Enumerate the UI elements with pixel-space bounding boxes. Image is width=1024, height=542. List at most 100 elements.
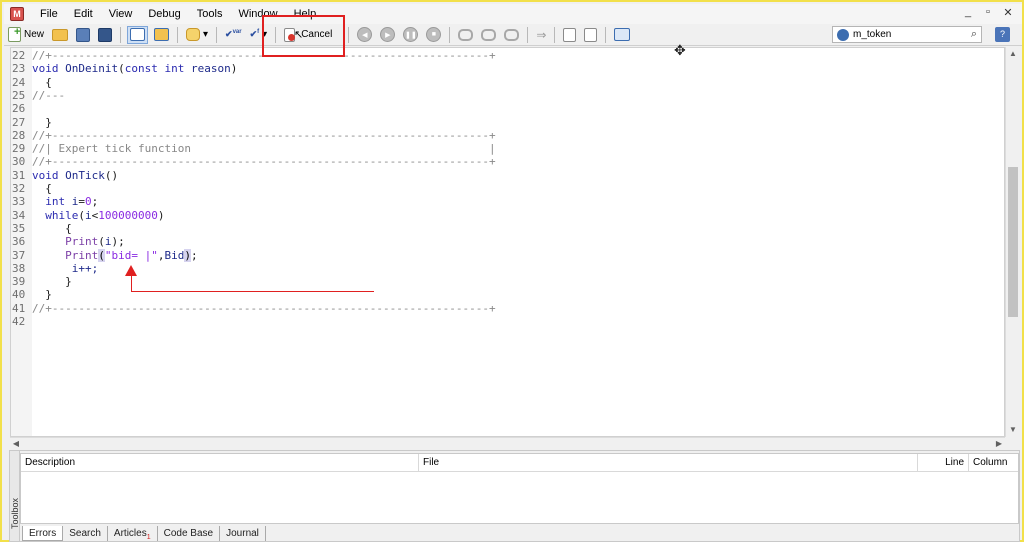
preview-document-button[interactable] bbox=[582, 26, 599, 44]
line-number: 39 bbox=[12, 275, 26, 289]
navigator-icon bbox=[130, 28, 146, 41]
code-line[interactable]: 39 } bbox=[11, 275, 72, 288]
toolbox-toggle-button[interactable] bbox=[152, 26, 171, 44]
code-token: ( bbox=[118, 62, 125, 76]
new-button[interactable]: + New bbox=[6, 26, 46, 44]
save-all-button[interactable] bbox=[96, 26, 114, 44]
code-line[interactable]: 41 //+-----------------------------------… bbox=[11, 302, 496, 315]
toolbar-separator bbox=[449, 26, 451, 43]
tab-search[interactable]: Search bbox=[63, 526, 108, 541]
column-column[interactable]: Column bbox=[969, 454, 1018, 472]
line-number: 28 bbox=[12, 128, 26, 142]
code-line[interactable]: 28 //+-----------------------------------… bbox=[11, 129, 496, 142]
code-token: } bbox=[32, 115, 52, 129]
scroll-right-icon[interactable]: ▶ bbox=[993, 438, 1005, 450]
horizontal-scrollbar[interactable]: ◀ ▶ bbox=[10, 437, 1005, 449]
menu-bar: M File Edit View Debug Tools Window Help… bbox=[4, 4, 1022, 24]
code-token: ( bbox=[98, 248, 105, 262]
line-number: 23 bbox=[12, 62, 26, 76]
code-line[interactable]: 24 { bbox=[11, 76, 52, 89]
stop-debug-button[interactable]: ■ bbox=[424, 26, 443, 44]
menu-view[interactable]: View bbox=[101, 4, 141, 24]
styler-button[interactable]: ▾ bbox=[184, 26, 210, 44]
scroll-up-icon[interactable]: ▲ bbox=[1006, 47, 1020, 61]
toolbox-panel: Toolbox Description File Line Column Err… bbox=[9, 450, 1020, 542]
tab-articles-badge: 1 bbox=[146, 534, 151, 541]
insert-variable-button[interactable]: ✔var bbox=[223, 26, 244, 44]
search-box[interactable]: ⌕ bbox=[832, 26, 982, 43]
save-all-icon bbox=[98, 27, 113, 42]
terminal-button[interactable] bbox=[612, 26, 632, 44]
save-button[interactable] bbox=[74, 26, 92, 44]
close-button[interactable]: ✕ bbox=[1002, 6, 1014, 19]
code-line[interactable]: 38 i++; bbox=[11, 262, 98, 275]
scroll-thumb[interactable] bbox=[1008, 167, 1018, 317]
menu-tools[interactable]: Tools bbox=[189, 4, 231, 24]
copy-document-button[interactable] bbox=[561, 26, 578, 44]
code-line[interactable]: 22//+-----------------------------------… bbox=[11, 49, 496, 62]
code-token: { bbox=[32, 75, 52, 89]
errors-table: Description File Line Column bbox=[20, 453, 1019, 524]
code-line[interactable]: 33 int i=0; bbox=[11, 195, 98, 208]
help-icon[interactable]: ? bbox=[995, 27, 1010, 42]
code-line[interactable]: 42 bbox=[11, 315, 32, 328]
scroll-down-icon[interactable]: ▼ bbox=[1006, 423, 1020, 437]
toolbox-tabs: Errors Search Articles1 Code Base Journa… bbox=[22, 525, 266, 541]
menu-file[interactable]: File bbox=[32, 4, 66, 24]
new-label: New bbox=[24, 29, 45, 40]
code-token: void bbox=[32, 168, 66, 182]
menu-edit[interactable]: Edit bbox=[66, 4, 101, 24]
code-line[interactable]: 30 //+-----------------------------------… bbox=[11, 155, 496, 168]
search-input[interactable] bbox=[853, 29, 963, 40]
navigator-toggle-button[interactable] bbox=[127, 25, 149, 44]
scroll-left-icon[interactable]: ◀ bbox=[10, 438, 22, 450]
code-line[interactable]: 27 } bbox=[11, 116, 52, 129]
column-file[interactable]: File bbox=[419, 454, 918, 472]
search-icon[interactable]: ⌕ bbox=[971, 28, 977, 41]
code-line[interactable]: 25 //--- bbox=[11, 89, 65, 102]
code-line[interactable]: 29 //| Expert tick function | bbox=[11, 142, 496, 155]
step-into-icon bbox=[458, 28, 474, 41]
vertical-scrollbar[interactable]: ▲ ▼ bbox=[1005, 47, 1019, 437]
code-line[interactable]: 40 } bbox=[11, 288, 52, 301]
code-line[interactable]: 37 Print("bid= |",Bid); bbox=[11, 248, 198, 262]
toolbar-separator bbox=[527, 26, 529, 43]
tab-code-base[interactable]: Code Base bbox=[158, 526, 221, 541]
toolbar-separator bbox=[216, 26, 218, 43]
code-token: ; bbox=[190, 248, 198, 262]
tab-code-base-label: Code Base bbox=[163, 528, 214, 539]
tab-journal[interactable]: Journal bbox=[220, 526, 266, 541]
stop-icon: ■ bbox=[426, 27, 442, 42]
code-token: Print bbox=[32, 235, 99, 249]
code-line[interactable]: 35 { bbox=[11, 222, 72, 235]
minimize-button[interactable]: _ bbox=[962, 6, 974, 19]
code-line[interactable]: 34 while(i<100000000) bbox=[11, 209, 164, 222]
restore-button[interactable]: ▫ bbox=[982, 6, 994, 19]
pause-debug-button[interactable]: ❚❚ bbox=[401, 26, 420, 44]
code-line[interactable]: 31 void OnTick() bbox=[11, 169, 118, 182]
go-to-button[interactable]: ⇒ bbox=[534, 26, 548, 44]
open-button[interactable] bbox=[50, 26, 70, 44]
tab-search-label: Search bbox=[69, 528, 101, 539]
code-line[interactable]: 36 Print(i); bbox=[11, 235, 125, 248]
code-token: { bbox=[32, 221, 72, 235]
annotation-line bbox=[131, 291, 374, 292]
line-number: 26 bbox=[12, 102, 26, 116]
start-debug-button[interactable]: ▶ bbox=[378, 26, 397, 44]
menu-debug[interactable]: Debug bbox=[140, 4, 188, 24]
tab-articles[interactable]: Articles1 bbox=[108, 526, 158, 541]
code-line[interactable]: 32 { bbox=[11, 182, 52, 195]
toolbar-separator bbox=[605, 26, 607, 43]
column-description[interactable]: Description bbox=[21, 454, 419, 472]
step-out-button[interactable] bbox=[502, 26, 521, 44]
code-editor[interactable]: 22 //+-----------------------------------… bbox=[10, 47, 1005, 437]
code-line[interactable]: 26 bbox=[11, 102, 32, 115]
column-line[interactable]: Line bbox=[918, 454, 969, 472]
tab-errors[interactable]: Errors bbox=[22, 526, 64, 541]
gear-icon[interactable] bbox=[837, 28, 849, 41]
code-line[interactable]: 23 void OnDeinit(const int reason) bbox=[11, 62, 237, 75]
step-over-button[interactable] bbox=[479, 26, 498, 44]
start-debug-history-button[interactable]: ◀ bbox=[355, 26, 374, 44]
step-into-button[interactable] bbox=[456, 26, 475, 44]
play-icon: ▶ bbox=[380, 27, 396, 42]
